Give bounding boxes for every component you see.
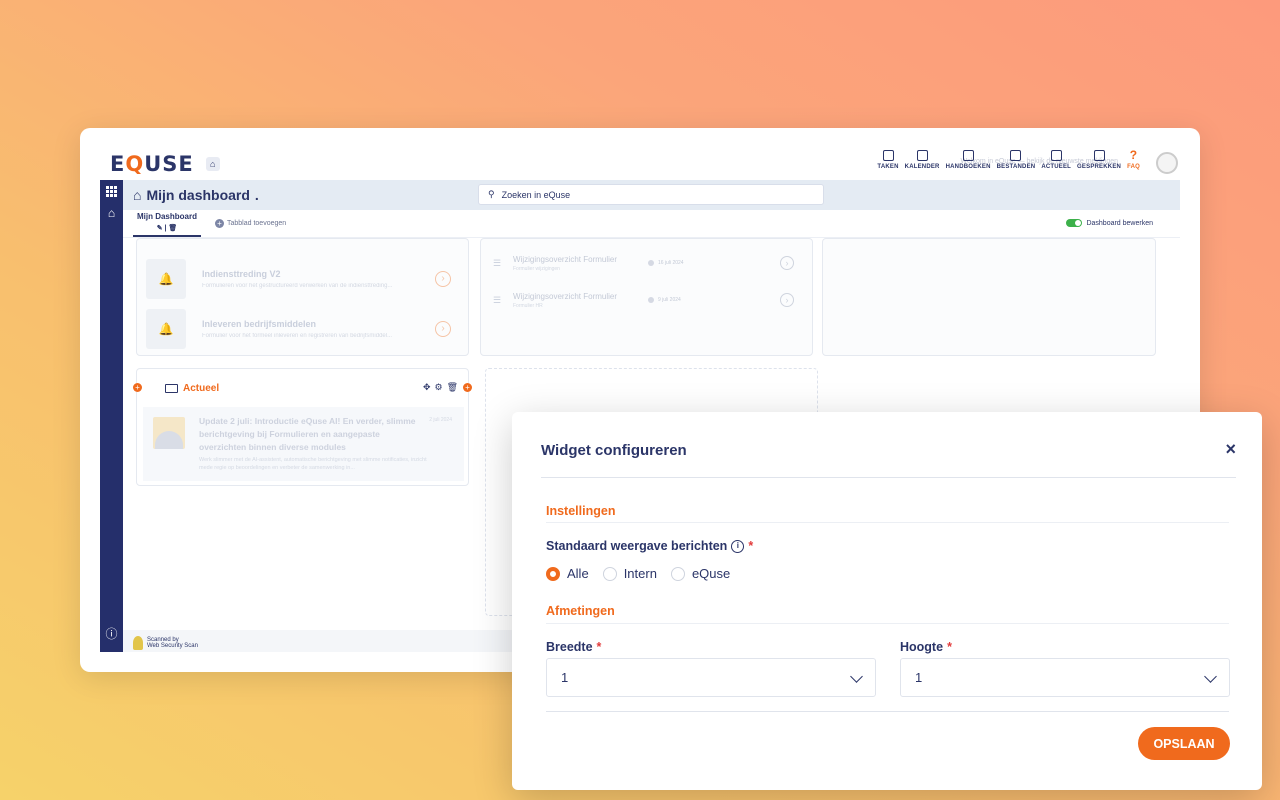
pencil-icon[interactable]: ✎ <box>157 225 163 232</box>
add-left-icon[interactable]: + <box>133 383 142 392</box>
divider <box>546 711 1229 712</box>
list-item[interactable]: 🔔 Indiensttreding V2 Formulieren voor het… <box>146 259 461 299</box>
list-icon: ☰ <box>493 294 502 305</box>
width-label: Breedte * <box>546 640 602 654</box>
help-icon[interactable]: ⓘ <box>100 622 123 644</box>
widget-changes: ☰ Wijzigingsoverzicht Formulier Formulier… <box>480 238 813 356</box>
nav-handboeken[interactable]: HANDBOEKEN <box>946 150 991 170</box>
chat-icon <box>1093 150 1105 161</box>
logo[interactable]: EQUSE ⌂ <box>110 152 220 176</box>
list-icon: ☰ <box>493 257 502 268</box>
radio-button[interactable] <box>602 566 617 581</box>
widget-header: + Actueel ✥ ⚙ 🗑 + <box>133 369 472 407</box>
chevron-right-icon[interactable]: › <box>435 321 451 337</box>
add-tab-button[interactable]: + Tabblad toevoegen <box>215 219 286 228</box>
widget-actueel: + Actueel ✥ ⚙ 🗑 + Update 2 juli: Introdu… <box>133 368 472 486</box>
question-icon: ? <box>1129 148 1138 162</box>
save-button[interactable]: OPSLAAN <box>1138 727 1230 760</box>
divider <box>546 623 1229 624</box>
chevron-right-icon[interactable]: › <box>780 293 794 307</box>
list-item[interactable]: ☰ Wijzigingsoverzicht Formulier Formulier… <box>493 251 798 275</box>
radio-button[interactable] <box>546 566 560 581</box>
info-icon[interactable]: i <box>731 539 745 553</box>
search-icon: ⚲ <box>488 189 495 199</box>
nav-actueel[interactable]: ACTUEEL <box>1041 150 1071 170</box>
nav-gesprekken[interactable]: GESPREKKEN <box>1077 150 1121 170</box>
tab-bar: Mijn Dashboard ✎ | 🗑 + Tabblad toevoegen… <box>123 210 1180 238</box>
security-badge[interactable]: Scanned by Web Security Scan <box>133 636 198 650</box>
news-item[interactable]: Update 2 juli: Introductie eQuse AI! En … <box>143 407 464 481</box>
archive-icon <box>1010 150 1022 161</box>
plus-icon: + <box>215 219 224 228</box>
tab-mijn-dashboard[interactable]: Mijn Dashboard ✎ | 🗑 <box>133 212 201 237</box>
search-input[interactable]: ⚲ Zoeken in eQuse <box>478 184 824 205</box>
clipboard-icon <box>882 150 894 161</box>
chevron-right-icon[interactable]: › <box>435 271 451 287</box>
bell-icon: 🔔 <box>146 309 186 349</box>
width-select[interactable]: 1 <box>546 658 876 697</box>
section-dimensions: Afmetingen <box>546 604 615 618</box>
home-icon[interactable]: ⌂ <box>205 157 220 171</box>
edit-dashboard-toggle[interactable]: Dashboard bewerken <box>1066 219 1153 227</box>
avatar[interactable] <box>1156 152 1178 174</box>
modal-title: Widget configureren <box>541 442 687 459</box>
chevron-down-icon <box>850 670 863 683</box>
add-right-icon[interactable]: + <box>463 383 472 392</box>
divider <box>541 477 1236 478</box>
home-icon: ⌂ <box>133 187 142 203</box>
sidebar: ⌂ ⓘ <box>100 180 123 652</box>
default-view-radio-group: Alle Intern eQuse <box>546 566 730 581</box>
radio-equse[interactable]: eQuse <box>670 566 730 581</box>
gear-icon[interactable]: ⚙ <box>434 382 442 393</box>
widget-forms: 🔔 Indiensttreding V2 Formulieren voor het… <box>136 238 469 356</box>
seal-icon <box>133 636 143 650</box>
nav-faq[interactable]: ? FAQ <box>1127 148 1140 170</box>
chevron-right-icon[interactable]: › <box>780 256 794 270</box>
book-icon <box>962 150 974 161</box>
nav-bestanden[interactable]: BESTANDEN <box>997 150 1036 170</box>
trash-icon[interactable]: 🗑 <box>447 382 458 393</box>
chevron-down-icon <box>1204 670 1217 683</box>
toggle-switch[interactable] <box>1066 219 1083 227</box>
nav-taken[interactable]: TAKEN <box>877 150 898 170</box>
calendar-icon <box>916 150 928 161</box>
height-select[interactable]: 1 <box>900 658 1230 697</box>
height-label: Hoogte * <box>900 640 952 654</box>
radio-intern[interactable]: Intern <box>602 566 657 581</box>
list-item[interactable]: 🔔 Inleveren bedrijfsmiddelen Formulier vo… <box>146 309 461 349</box>
list-item[interactable]: ☰ Wijzigingsoverzicht Formulier Formulier… <box>493 288 798 312</box>
widget-empty <box>822 238 1156 356</box>
news-thumbnail <box>153 417 185 449</box>
widget-config-modal: Widget configureren × Instellingen Stand… <box>512 412 1262 790</box>
dashboard-header: ⌂ Mijn dashboard. ⚲ Zoeken in eQuse <box>123 180 1180 210</box>
nav-kalender[interactable]: KALENDER <box>905 150 940 170</box>
page-title: ⌂ Mijn dashboard. <box>133 187 259 203</box>
news-icon <box>1050 150 1062 161</box>
radio-button[interactable] <box>670 566 685 581</box>
section-settings: Instellingen <box>546 504 616 518</box>
apps-grid-icon[interactable] <box>100 180 123 202</box>
trash-icon[interactable]: 🗑 <box>168 225 177 232</box>
close-icon[interactable]: × <box>1225 440 1236 458</box>
home-icon[interactable]: ⌂ <box>100 202 123 224</box>
default-view-label: Standaard weergave berichten i * <box>546 539 754 553</box>
news-icon <box>165 383 178 393</box>
bell-icon: 🔔 <box>146 259 186 299</box>
divider <box>546 522 1229 523</box>
logo-text: EQUSE <box>110 152 194 176</box>
top-nav: TAKEN KALENDER HANDBOEKEN BESTANDEN ACTU… <box>877 148 1140 170</box>
move-icon[interactable]: ✥ <box>423 382 431 393</box>
radio-alle[interactable]: Alle <box>546 566 589 581</box>
